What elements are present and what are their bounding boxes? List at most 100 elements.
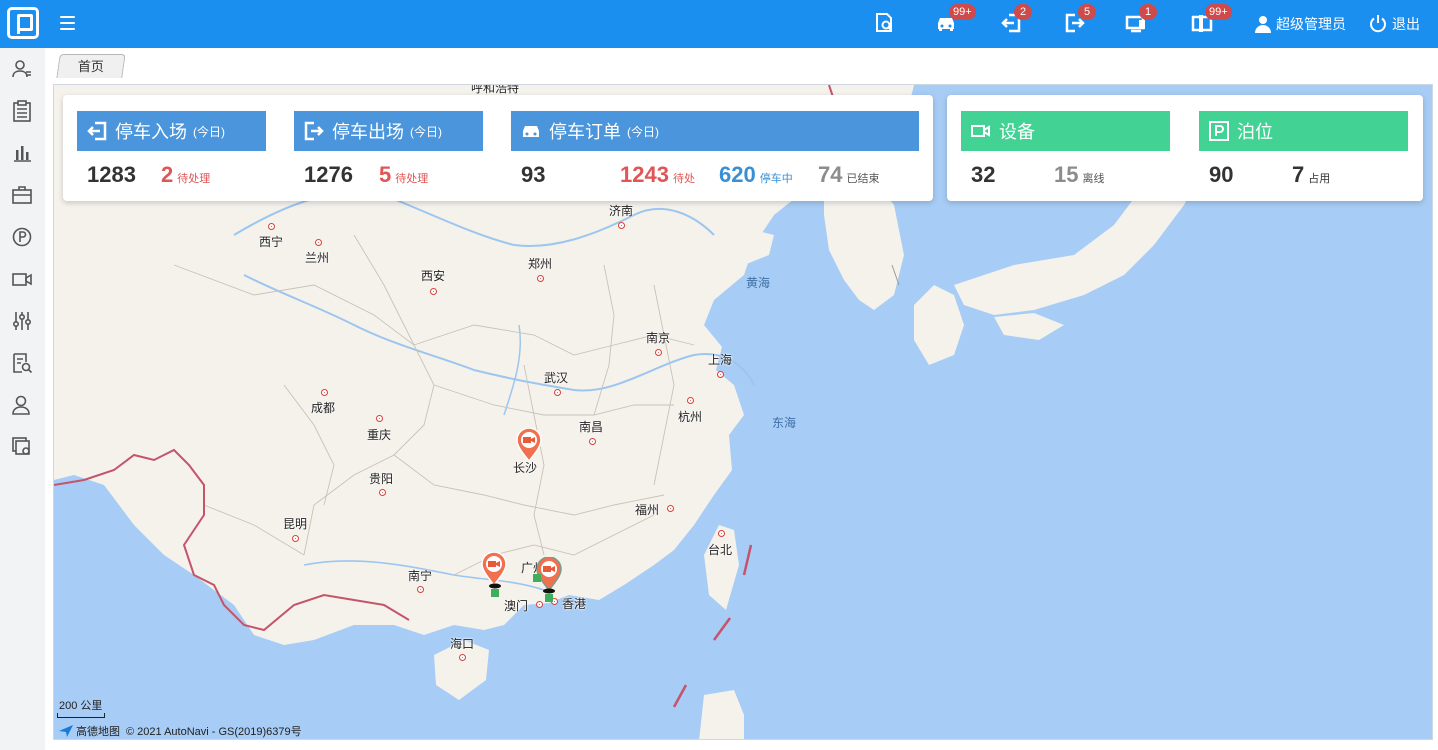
tab-home-label: 首页 xyxy=(77,59,104,74)
sidebar-item-user-list-icon[interactable] xyxy=(11,58,35,82)
search-document-icon[interactable] xyxy=(873,12,897,34)
orders-ended-label: 已结束 xyxy=(846,173,880,185)
sidebar-item-user-manage-icon[interactable] xyxy=(11,394,35,418)
city-label: 成都 xyxy=(311,401,336,415)
orders-pending[interactable]: 1243 待处 xyxy=(620,162,695,188)
orders-pending-value: 1243 xyxy=(620,162,669,187)
city-label: 台北 xyxy=(708,543,733,557)
city-dot xyxy=(655,349,662,356)
exit-pending-value: 5 xyxy=(379,162,392,187)
city-label: 香港 xyxy=(562,597,587,611)
camera-icon xyxy=(971,125,990,137)
map-scale-bar xyxy=(57,713,105,718)
berth-occupied[interactable]: 7 占用 xyxy=(1292,162,1330,188)
camera-marker-icon[interactable] xyxy=(481,552,507,586)
berth-icon[interactable]: 99+ xyxy=(1191,4,1232,34)
sidebar-item-settings-icon[interactable] xyxy=(11,436,35,460)
sidebar-item-clipboard-icon[interactable] xyxy=(11,100,35,124)
user-name: 超级管理员 xyxy=(1276,16,1346,32)
device-total: 32 xyxy=(971,162,996,187)
parking-stats-card: 停车入场 (今日) 1283 2 待处理 停车出场 (今日) 1276 5 待处理 … xyxy=(63,95,933,201)
order-badge: 99+ xyxy=(949,4,976,20)
user-menu[interactable]: 超级管理员 xyxy=(1254,13,1346,35)
device-offline-value: 15 xyxy=(1054,162,1079,187)
map-view[interactable]: 呼和浩特 西宁 兰州 西安 郑州 济南 南京 上海 武汉 杭州 成都 重庆 南昌… xyxy=(53,84,1433,740)
sidebar-item-search-document-icon[interactable] xyxy=(11,352,35,376)
parking-logo-icon[interactable] xyxy=(7,7,39,39)
device-badge: 1 xyxy=(1139,4,1157,20)
car-order-icon[interactable]: 99+ xyxy=(935,4,976,34)
city-dot xyxy=(268,223,275,230)
stat-header-exit[interactable]: 停车出场 (今日) xyxy=(294,111,483,151)
exit-icon[interactable]: 5 xyxy=(1064,4,1096,34)
amap-logo[interactable]: 高德地图 xyxy=(59,723,120,739)
enter-total: 1283 xyxy=(87,162,136,187)
camera-marker-icon[interactable] xyxy=(516,428,542,462)
city-dot xyxy=(618,222,625,229)
city-dot xyxy=(315,239,322,246)
exit-pending[interactable]: 5 待处理 xyxy=(379,162,428,188)
city-dot xyxy=(376,415,383,422)
enter-pending-label: 待处理 xyxy=(177,173,211,185)
amap-arrow-icon xyxy=(59,725,73,737)
city-dot xyxy=(687,397,694,404)
city-label: 西宁 xyxy=(259,235,284,249)
enter-icon[interactable]: 2 xyxy=(1000,4,1032,34)
sidebar-item-bar-chart-icon[interactable] xyxy=(11,142,35,166)
sea-label: 东海 xyxy=(772,416,797,430)
user-icon xyxy=(1255,16,1271,33)
stat-sub: (今日) xyxy=(627,124,659,139)
device-icon[interactable]: 1 xyxy=(1125,4,1157,34)
city-dot xyxy=(537,275,544,282)
orders-parking[interactable]: 620 停车中 xyxy=(719,162,793,188)
sidebar-item-camera-icon[interactable] xyxy=(11,268,35,292)
tab-home[interactable]: 首页 xyxy=(56,54,126,78)
city-dot xyxy=(536,601,543,608)
orders-parking-label: 停车中 xyxy=(759,173,793,185)
exit-badge: 5 xyxy=(1078,4,1096,20)
enter-pending-value: 2 xyxy=(161,162,174,187)
city-label: 杭州 xyxy=(678,410,703,424)
city-label: 武汉 xyxy=(544,371,569,385)
stat-header-berth[interactable]: 泊位 xyxy=(1199,111,1408,151)
stat-header-device[interactable]: 设备 xyxy=(961,111,1170,151)
city-dot xyxy=(417,586,424,593)
stat-title: 设备 xyxy=(999,122,1035,142)
stat-title: 停车入场 xyxy=(115,122,187,142)
logout-button[interactable]: 退出 xyxy=(1368,13,1420,35)
enter-pending[interactable]: 2 待处理 xyxy=(161,162,210,188)
city-label: 济南 xyxy=(609,204,634,218)
parking-pin-icon[interactable] xyxy=(488,583,502,597)
stat-header-orders[interactable]: 停车订单 (今日) xyxy=(511,111,919,151)
sidebar-item-toolbox-icon[interactable] xyxy=(11,184,35,208)
parking-pin-icon[interactable] xyxy=(542,588,556,602)
menu-toggle-icon[interactable] xyxy=(60,16,75,30)
orders-ended-value: 74 xyxy=(818,162,843,187)
berth-occupied-value: 7 xyxy=(1292,162,1305,187)
city-label: 福州 xyxy=(635,503,660,517)
sea-label: 黄海 xyxy=(746,276,771,290)
city-dot xyxy=(667,505,674,512)
map-copyright: 高德地图 © 2021 AutoNavi - GS(2019)6379号 xyxy=(59,723,302,739)
city-label: 郑州 xyxy=(528,257,553,271)
orders-pending-label: 待处 xyxy=(672,173,695,185)
city-dot xyxy=(717,371,724,378)
city-label: 昆明 xyxy=(283,517,308,531)
device-offline[interactable]: 15 离线 xyxy=(1054,162,1104,188)
orders-parking-value: 620 xyxy=(719,162,756,187)
city-label: 兰州 xyxy=(305,251,330,265)
stat-header-enter[interactable]: 停车入场 (今日) xyxy=(77,111,266,151)
map-scale-label: 200 公里 xyxy=(59,700,103,712)
city-label: 西安 xyxy=(421,269,446,283)
stat-sub: (今日) xyxy=(193,124,225,139)
tab-bar: 首页 xyxy=(45,48,1438,84)
stat-title: 停车订单 xyxy=(549,122,621,142)
sidebar-item-sliders-icon[interactable] xyxy=(11,310,35,334)
enter-icon xyxy=(87,121,107,141)
logout-label: 退出 xyxy=(1392,16,1420,32)
orders-ended[interactable]: 74 已结束 xyxy=(818,162,879,188)
parking-pin-icon[interactable] xyxy=(532,573,542,583)
exit-pending-label: 待处理 xyxy=(395,173,429,185)
sidebar-item-parking-icon[interactable] xyxy=(11,226,35,250)
city-dot xyxy=(379,489,386,496)
